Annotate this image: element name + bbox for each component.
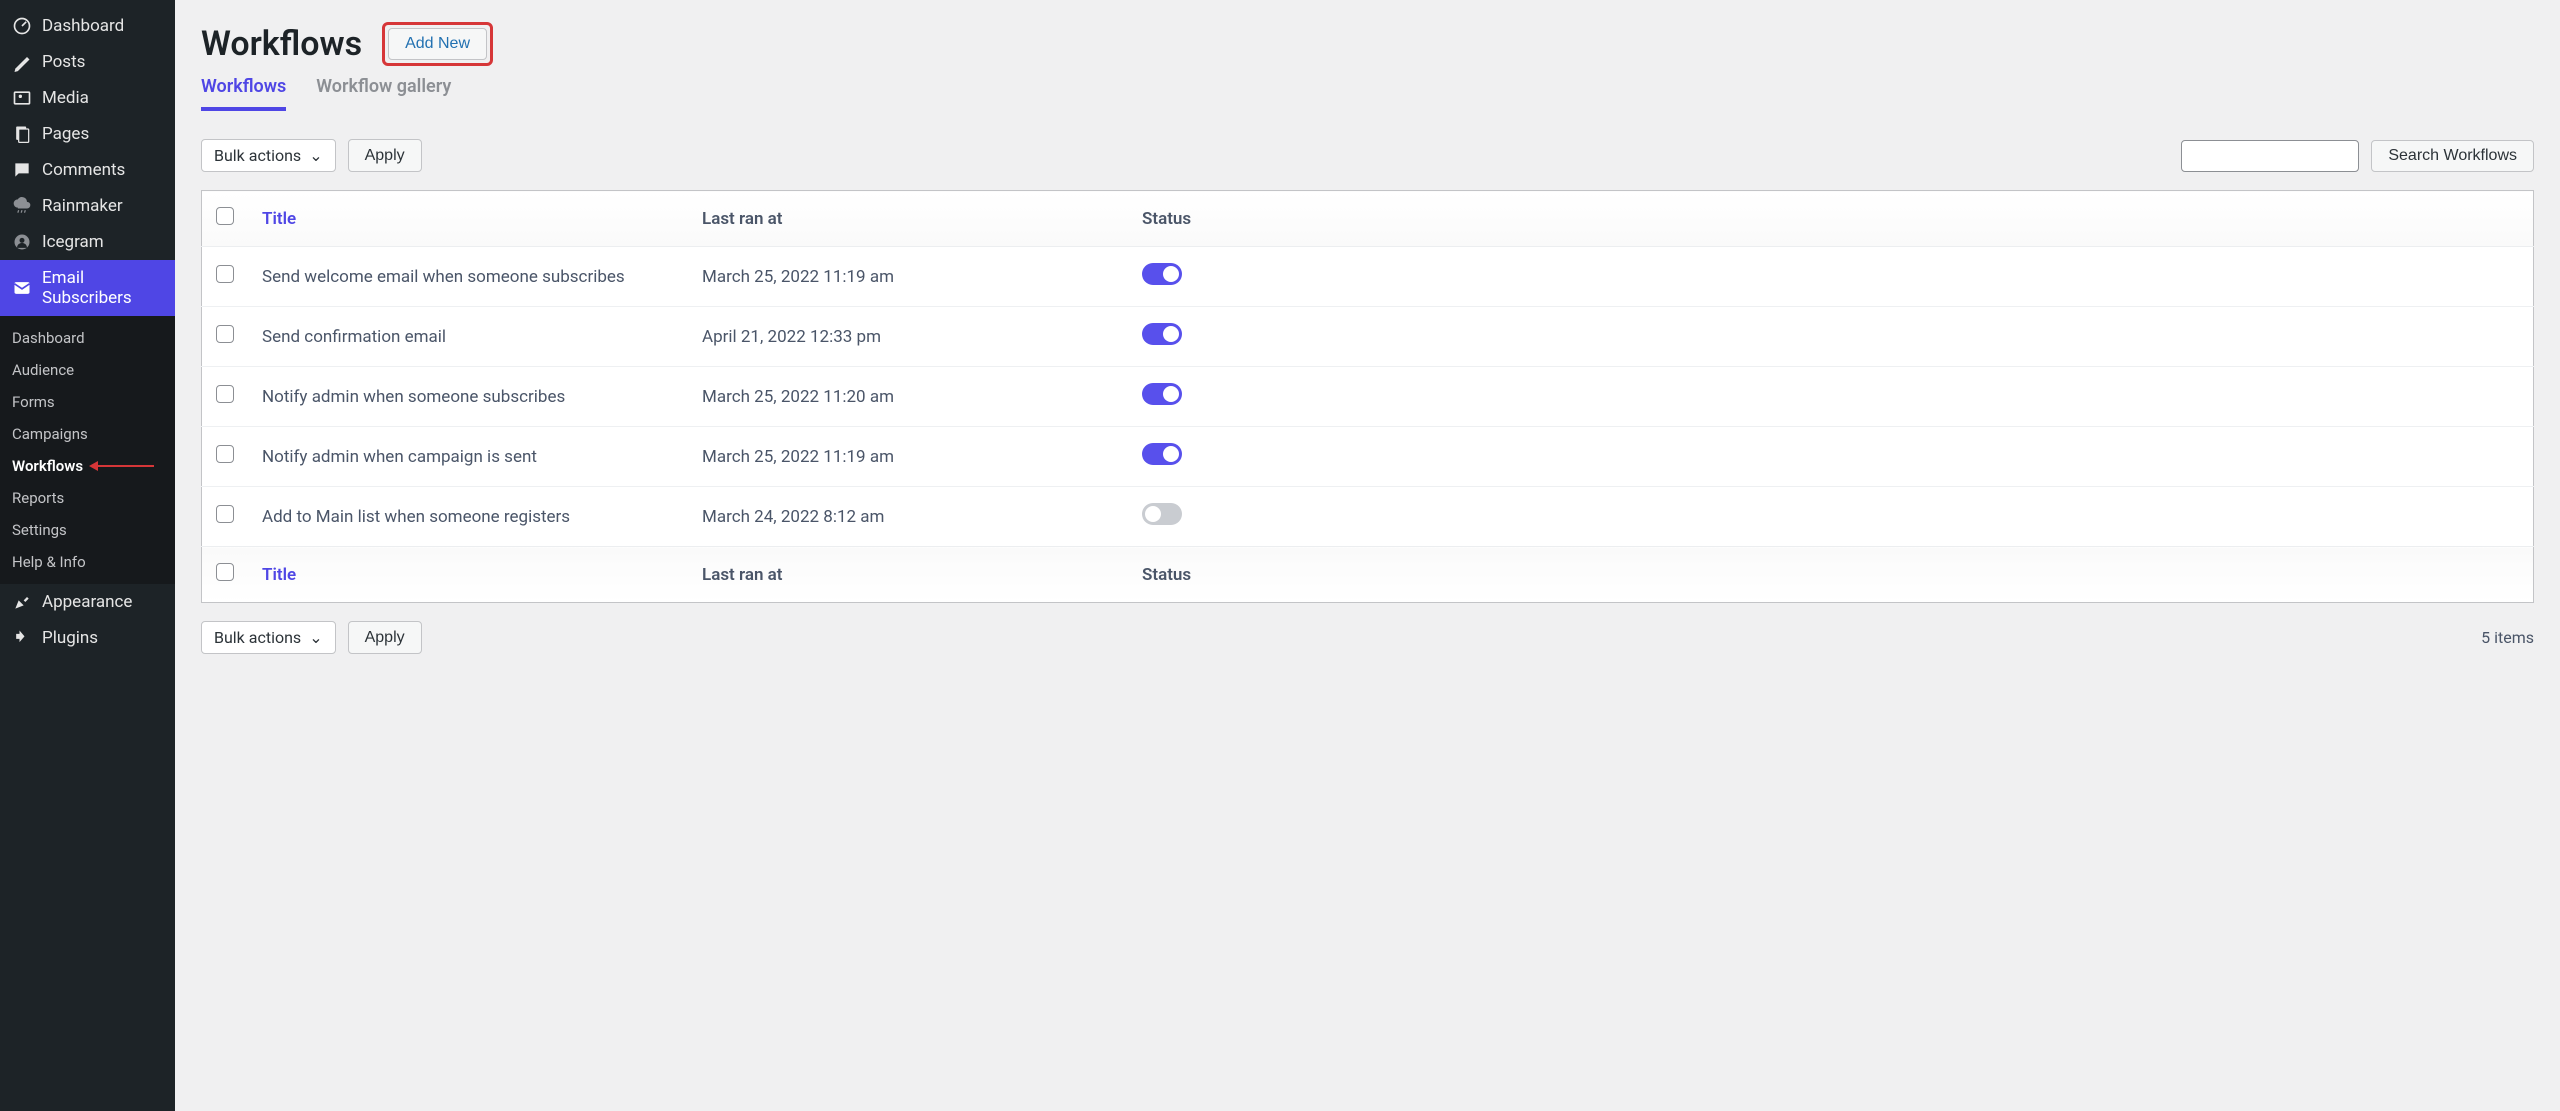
posts-icon [12,52,32,72]
submenu-dashboard[interactable]: Dashboard [0,322,175,354]
table-row: Add to Main list when someone registers … [202,487,2534,547]
row-checkbox[interactable] [216,445,234,463]
submenu-campaigns[interactable]: Campaigns [0,418,175,450]
menu-label: Media [42,88,89,108]
row-title[interactable]: Send confirmation email [248,307,688,367]
submenu-label: Workflows [12,457,83,475]
tab-workflow-gallery[interactable]: Workflow gallery [316,76,451,111]
bulk-actions-select-bottom[interactable]: Bulk actions ⌄ [201,621,336,654]
page-title: Workflows [201,24,362,64]
menu-rainmaker[interactable]: Rainmaker [0,188,175,224]
submenu-reports[interactable]: Reports [0,482,175,514]
status-toggle[interactable] [1142,263,1182,285]
status-toggle[interactable] [1142,383,1182,405]
select-all-checkbox[interactable] [216,207,234,225]
row-checkbox[interactable] [216,505,234,523]
submenu: Dashboard Audience Forms Campaigns Workf… [0,316,175,584]
menu-dashboard[interactable]: Dashboard [0,8,175,44]
media-icon [12,88,32,108]
submenu-workflows[interactable]: Workflows [0,450,175,482]
row-title[interactable]: Add to Main list when someone registers [248,487,688,547]
icegram-icon [12,232,32,252]
menu-plugins[interactable]: Plugins [0,620,175,656]
menu-label: Email Subscribers [42,268,163,308]
column-last-ran: Last ran at [688,191,1128,247]
menu-label: Rainmaker [42,196,123,216]
admin-sidebar: Dashboard Posts Media Pages Comments Rai… [0,0,175,1111]
pages-icon [12,124,32,144]
menu-label: Comments [42,160,125,180]
row-date: April 21, 2022 12:33 pm [688,307,1128,367]
menu-comments[interactable]: Comments [0,152,175,188]
main-content: Workflows Add New Workflows Workflow gal… [175,0,2560,1111]
row-date: March 25, 2022 11:19 am [688,247,1128,307]
column-title-footer[interactable]: Title [248,547,688,603]
menu-media[interactable]: Media [0,80,175,116]
select-all-checkbox-footer[interactable] [216,563,234,581]
submenu-forms[interactable]: Forms [0,386,175,418]
submenu-settings[interactable]: Settings [0,514,175,546]
row-checkbox[interactable] [216,265,234,283]
row-title[interactable]: Send welcome email when someone subscrib… [248,247,688,307]
menu-pages[interactable]: Pages [0,116,175,152]
chevron-down-icon: ⌄ [309,628,322,647]
email-icon [12,278,32,298]
chevron-down-icon: ⌄ [309,146,322,165]
table-row: Notify admin when campaign is sent March… [202,427,2534,487]
row-title[interactable]: Notify admin when campaign is sent [248,427,688,487]
column-status: Status [1128,191,2534,247]
bulk-actions-select[interactable]: Bulk actions ⌄ [201,139,336,172]
rainmaker-icon [12,196,32,216]
menu-label: Dashboard [42,16,124,36]
menu-email-subscribers[interactable]: Email Subscribers [0,260,175,316]
column-status-footer: Status [1128,547,2534,603]
row-date: March 24, 2022 8:12 am [688,487,1128,547]
menu-label: Posts [42,52,85,72]
add-new-highlight: Add New [382,22,493,66]
row-title[interactable]: Notify admin when someone subscribes [248,367,688,427]
apply-button-bottom[interactable]: Apply [348,621,422,654]
menu-icegram[interactable]: Icegram [0,224,175,260]
bulk-actions-label: Bulk actions [214,146,301,165]
toolbar-top: Bulk actions ⌄ Apply Search Workflows [201,139,2534,172]
submenu-audience[interactable]: Audience [0,354,175,386]
page-header: Workflows Add New [201,22,2534,66]
bulk-actions-label: Bulk actions [214,628,301,647]
search-workflows-button[interactable]: Search Workflows [2371,140,2534,172]
menu-label: Icegram [42,232,104,252]
table-row: Notify admin when someone subscribes Mar… [202,367,2534,427]
menu-label: Pages [42,124,89,144]
status-toggle[interactable] [1142,503,1182,525]
status-toggle[interactable] [1142,323,1182,345]
workflows-table: Title Last ran at Status Send welcome em… [201,190,2534,603]
toolbar-bottom: Bulk actions ⌄ Apply 5 items [201,621,2534,654]
menu-posts[interactable]: Posts [0,44,175,80]
submenu-help[interactable]: Help & Info [0,546,175,578]
menu-label: Appearance [42,592,132,612]
table-row: Send welcome email when someone subscrib… [202,247,2534,307]
row-date: March 25, 2022 11:19 am [688,427,1128,487]
menu-label: Plugins [42,628,98,648]
tab-workflows[interactable]: Workflows [201,76,286,111]
add-new-button[interactable]: Add New [388,28,487,60]
tabs: Workflows Workflow gallery [201,76,2534,111]
arrow-indicator-icon [92,465,154,467]
apply-button[interactable]: Apply [348,139,422,172]
menu-appearance[interactable]: Appearance [0,584,175,620]
row-checkbox[interactable] [216,385,234,403]
appearance-icon [12,592,32,612]
search-input[interactable] [2181,140,2359,172]
row-checkbox[interactable] [216,325,234,343]
item-count: 5 items [2481,628,2534,647]
table-row: Send confirmation email April 21, 2022 1… [202,307,2534,367]
dashboard-icon [12,16,32,36]
plugins-icon [12,628,32,648]
row-date: March 25, 2022 11:20 am [688,367,1128,427]
status-toggle[interactable] [1142,443,1182,465]
comments-icon [12,160,32,180]
column-last-ran-footer: Last ran at [688,547,1128,603]
column-title[interactable]: Title [248,191,688,247]
